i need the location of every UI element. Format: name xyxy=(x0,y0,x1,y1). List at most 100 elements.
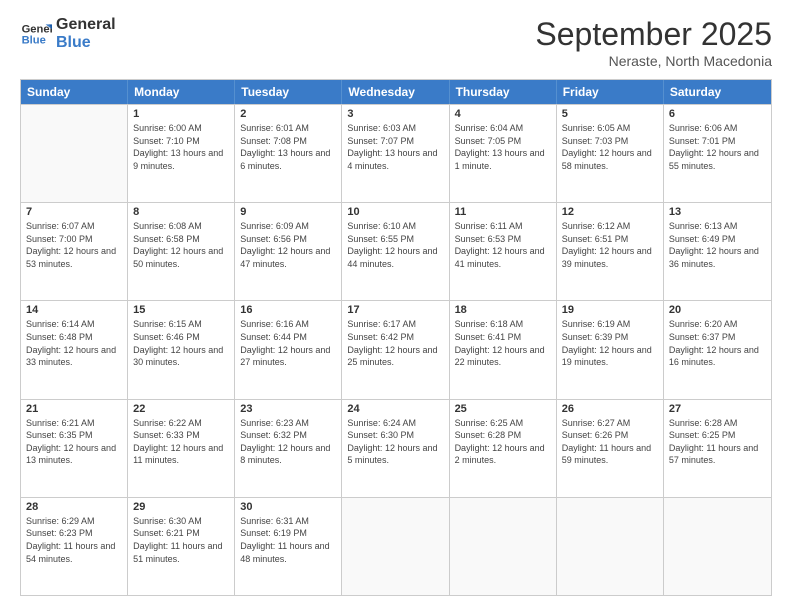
sunset-time: 7:08 PM xyxy=(273,136,307,146)
cal-week: 21 Sunrise: 6:21 AM Sunset: 6:35 PM Dayl… xyxy=(21,399,771,497)
sunset-label: Sunset: xyxy=(455,136,488,146)
cal-week: 28 Sunrise: 6:29 AM Sunset: 6:23 PM Dayl… xyxy=(21,497,771,595)
day-info: Sunrise: 6:18 AM Sunset: 6:41 PM Dayligh… xyxy=(455,318,551,368)
day-number: 7 xyxy=(26,206,122,218)
sunrise-label: Sunrise: xyxy=(26,516,62,526)
sunset-time: 6:51 PM xyxy=(595,234,629,244)
cal-cell: 22 Sunrise: 6:22 AM Sunset: 6:33 PM Dayl… xyxy=(128,400,235,497)
sunset-time: 6:53 PM xyxy=(488,234,522,244)
sunrise-time: 6:17 AM xyxy=(383,319,416,329)
sunset-time: 7:07 PM xyxy=(380,136,414,146)
sunset-label: Sunset: xyxy=(562,332,595,342)
sunset-label: Sunset: xyxy=(669,234,702,244)
day-number: 11 xyxy=(455,206,551,218)
cal-cell: 4 Sunrise: 6:04 AM Sunset: 7:05 PM Dayli… xyxy=(450,105,557,202)
sunset-label: Sunset: xyxy=(347,136,380,146)
logo-blue: Blue xyxy=(56,34,116,52)
day-info: Sunrise: 6:24 AM Sunset: 6:30 PM Dayligh… xyxy=(347,417,443,467)
cal-header-cell: Wednesday xyxy=(342,80,449,104)
day-info: Sunrise: 6:19 AM Sunset: 6:39 PM Dayligh… xyxy=(562,318,658,368)
sunset-time: 7:05 PM xyxy=(488,136,522,146)
daylight-label: Daylight: xyxy=(562,148,600,158)
sunrise-time: 6:30 AM xyxy=(169,516,202,526)
sunrise-label: Sunrise: xyxy=(455,221,491,231)
day-number: 2 xyxy=(240,108,336,120)
cal-cell: 3 Sunrise: 6:03 AM Sunset: 7:07 PM Dayli… xyxy=(342,105,449,202)
sunrise-label: Sunrise: xyxy=(455,319,491,329)
day-info: Sunrise: 6:00 AM Sunset: 7:10 PM Dayligh… xyxy=(133,122,229,172)
sunset-time: 6:39 PM xyxy=(595,332,629,342)
sunrise-label: Sunrise: xyxy=(669,123,705,133)
cal-week: 7 Sunrise: 6:07 AM Sunset: 7:00 PM Dayli… xyxy=(21,202,771,300)
sunset-time: 6:46 PM xyxy=(166,332,200,342)
day-number: 16 xyxy=(240,304,336,316)
page: General Blue General Blue September 2025… xyxy=(0,0,792,612)
sunset-label: Sunset: xyxy=(347,234,380,244)
sunset-label: Sunset: xyxy=(669,430,702,440)
sunrise-time: 6:05 AM xyxy=(597,123,630,133)
logo: General Blue General Blue xyxy=(20,16,116,51)
sunset-label: Sunset: xyxy=(240,430,273,440)
day-info: Sunrise: 6:12 AM Sunset: 6:51 PM Dayligh… xyxy=(562,220,658,270)
sunrise-label: Sunrise: xyxy=(133,418,169,428)
sunrise-time: 6:08 AM xyxy=(169,221,202,231)
day-number: 1 xyxy=(133,108,229,120)
sunrise-time: 6:12 AM xyxy=(597,221,630,231)
sunrise-time: 6:09 AM xyxy=(276,221,309,231)
logo-general: General xyxy=(56,16,116,34)
sunrise-label: Sunrise: xyxy=(240,418,276,428)
day-number: 20 xyxy=(669,304,766,316)
logo-icon: General Blue xyxy=(20,18,52,50)
sunset-time: 6:33 PM xyxy=(166,430,200,440)
cal-cell: 29 Sunrise: 6:30 AM Sunset: 6:21 PM Dayl… xyxy=(128,498,235,595)
cal-cell xyxy=(21,105,128,202)
day-number: 9 xyxy=(240,206,336,218)
daylight-label: Daylight: xyxy=(669,148,707,158)
sunrise-time: 6:18 AM xyxy=(490,319,523,329)
day-number: 30 xyxy=(240,501,336,513)
daylight-label: Daylight: xyxy=(26,246,64,256)
cal-cell xyxy=(342,498,449,595)
cal-cell: 26 Sunrise: 6:27 AM Sunset: 6:26 PM Dayl… xyxy=(557,400,664,497)
sunrise-label: Sunrise: xyxy=(669,221,705,231)
sunrise-time: 6:27 AM xyxy=(597,418,630,428)
cal-week: 1 Sunrise: 6:00 AM Sunset: 7:10 PM Dayli… xyxy=(21,104,771,202)
sunset-label: Sunset: xyxy=(347,430,380,440)
sunrise-label: Sunrise: xyxy=(347,123,383,133)
daylight-label: Daylight: xyxy=(455,443,493,453)
cal-cell: 6 Sunrise: 6:06 AM Sunset: 7:01 PM Dayli… xyxy=(664,105,771,202)
calendar: SundayMondayTuesdayWednesdayThursdayFrid… xyxy=(20,79,772,596)
cal-cell: 25 Sunrise: 6:25 AM Sunset: 6:28 PM Dayl… xyxy=(450,400,557,497)
month-title: September 2025 xyxy=(535,16,772,53)
sunset-label: Sunset: xyxy=(133,234,166,244)
cal-cell: 11 Sunrise: 6:11 AM Sunset: 6:53 PM Dayl… xyxy=(450,203,557,300)
day-info: Sunrise: 6:22 AM Sunset: 6:33 PM Dayligh… xyxy=(133,417,229,467)
sunset-time: 6:25 PM xyxy=(702,430,736,440)
day-info: Sunrise: 6:09 AM Sunset: 6:56 PM Dayligh… xyxy=(240,220,336,270)
daylight-label: Daylight: xyxy=(133,443,171,453)
day-info: Sunrise: 6:21 AM Sunset: 6:35 PM Dayligh… xyxy=(26,417,122,467)
sunset-label: Sunset: xyxy=(562,234,595,244)
day-info: Sunrise: 6:28 AM Sunset: 6:25 PM Dayligh… xyxy=(669,417,766,467)
day-number: 17 xyxy=(347,304,443,316)
daylight-label: Daylight: xyxy=(240,345,278,355)
daylight-label: Daylight: xyxy=(133,148,171,158)
sunset-time: 6:44 PM xyxy=(273,332,307,342)
sunrise-time: 6:29 AM xyxy=(62,516,95,526)
cal-cell: 12 Sunrise: 6:12 AM Sunset: 6:51 PM Dayl… xyxy=(557,203,664,300)
cal-cell: 2 Sunrise: 6:01 AM Sunset: 7:08 PM Dayli… xyxy=(235,105,342,202)
sunrise-time: 6:11 AM xyxy=(490,221,522,231)
sunrise-label: Sunrise: xyxy=(347,418,383,428)
cal-cell: 9 Sunrise: 6:09 AM Sunset: 6:56 PM Dayli… xyxy=(235,203,342,300)
daylight-label: Daylight: xyxy=(347,345,385,355)
sunrise-label: Sunrise: xyxy=(562,319,598,329)
sunrise-time: 6:25 AM xyxy=(490,418,523,428)
sunset-label: Sunset: xyxy=(240,332,273,342)
sunrise-label: Sunrise: xyxy=(133,221,169,231)
sunrise-time: 6:15 AM xyxy=(169,319,202,329)
day-info: Sunrise: 6:01 AM Sunset: 7:08 PM Dayligh… xyxy=(240,122,336,172)
sunset-label: Sunset: xyxy=(669,136,702,146)
day-info: Sunrise: 6:08 AM Sunset: 6:58 PM Dayligh… xyxy=(133,220,229,270)
day-number: 22 xyxy=(133,403,229,415)
sunrise-label: Sunrise: xyxy=(240,221,276,231)
